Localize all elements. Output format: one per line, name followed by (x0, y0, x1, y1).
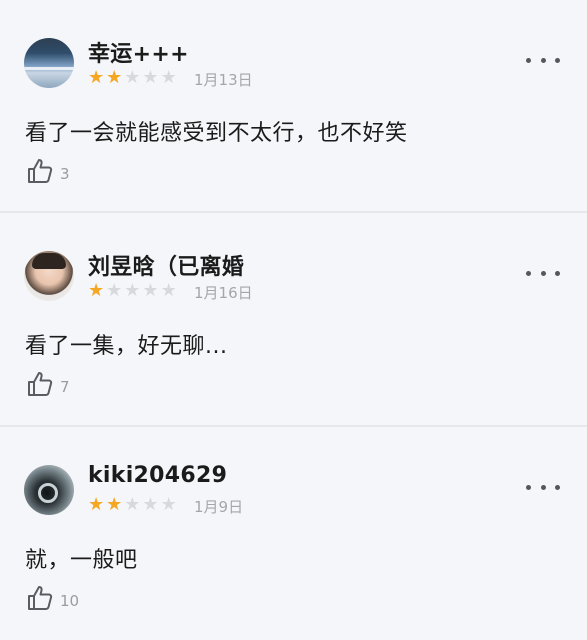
like-count: 10 (60, 592, 80, 610)
more-dots-icon (526, 57, 531, 63)
more-dots-icon (526, 484, 531, 490)
review-text: 就，一般吧 (25, 548, 138, 573)
like-button[interactable]: 3 (26, 157, 70, 185)
review-item: 幸运+++ ★ ★ ★ ★ ★ 1月13日 看了一会就能感受到不太行，也不好笑 3 (0, 0, 587, 211)
star-icon: ★ (160, 67, 177, 88)
review-item: 刘昱晗（已离婚 ★ ★ ★ ★ ★ 1月16日 看了一集，好无聊... 7 (0, 213, 587, 425)
star-icon: ★ (124, 280, 141, 301)
star-icon: ★ (160, 494, 177, 515)
like-button[interactable]: 10 (26, 584, 79, 612)
thumbs-up-icon (28, 372, 53, 396)
star-icon: ★ (124, 67, 141, 88)
star-icon: ★ (160, 280, 177, 301)
more-options-button[interactable] (526, 477, 560, 497)
review-date: 1月16日 (194, 284, 253, 302)
star-icon: ★ (88, 67, 105, 88)
avatar[interactable] (24, 465, 74, 515)
star-icon: ★ (142, 67, 159, 88)
star-icon: ★ (106, 67, 123, 88)
thumbs-up-icon (28, 159, 53, 183)
username[interactable]: 刘昱晗（已离婚 (88, 249, 244, 281)
review-date: 1月13日 (194, 71, 253, 89)
avatar[interactable] (24, 38, 74, 88)
username[interactable]: kiki204629 (88, 463, 227, 488)
username[interactable]: 幸运+++ (88, 36, 189, 68)
star-icon: ★ (88, 280, 105, 301)
like-count: 3 (60, 165, 70, 183)
more-dots-icon (526, 270, 531, 276)
review-text: 看了一集，好无聊... (25, 334, 228, 359)
star-icon: ★ (106, 280, 123, 301)
star-rating: ★ ★ ★ ★ ★ (88, 281, 177, 301)
star-icon: ★ (88, 494, 105, 515)
star-rating: ★ ★ ★ ★ ★ (88, 68, 177, 88)
more-options-button[interactable] (526, 263, 560, 283)
star-icon: ★ (142, 280, 159, 301)
review-text: 看了一会就能感受到不太行，也不好笑 (25, 121, 408, 146)
star-icon: ★ (142, 494, 159, 515)
thumbs-up-icon (28, 586, 53, 610)
star-icon: ★ (124, 494, 141, 515)
star-rating: ★ ★ ★ ★ ★ (88, 495, 177, 515)
star-icon: ★ (106, 494, 123, 515)
like-button[interactable]: 7 (26, 370, 70, 398)
review-date: 1月9日 (194, 498, 244, 516)
more-options-button[interactable] (526, 50, 560, 70)
like-count: 7 (60, 378, 70, 396)
avatar[interactable] (24, 251, 74, 301)
review-item: kiki204629 ★ ★ ★ ★ ★ 1月9日 就，一般吧 10 (0, 427, 587, 640)
